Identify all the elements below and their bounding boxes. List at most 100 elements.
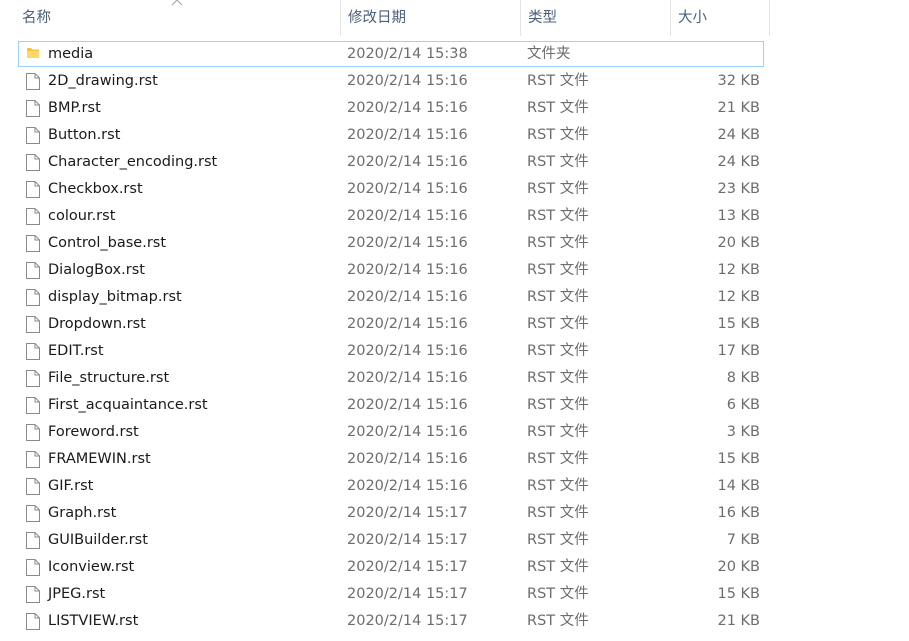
file-row[interactable]: Graph.rst 2020/2/14 15:17 RST 文件 16 KB bbox=[0, 500, 909, 527]
file-row[interactable]: GIF.rst 2020/2/14 15:16 RST 文件 14 KB bbox=[0, 473, 909, 500]
file-date: 2020/2/14 15:16 bbox=[347, 100, 468, 116]
file-date: 2020/2/14 15:16 bbox=[347, 289, 468, 305]
file-row[interactable]: Dropdown.rst 2020/2/14 15:16 RST 文件 15 KB bbox=[0, 311, 909, 338]
file-type: RST 文件 bbox=[527, 127, 589, 143]
file-row[interactable]: EDIT.rst 2020/2/14 15:16 RST 文件 17 KB bbox=[0, 338, 909, 365]
file-date: 2020/2/14 15:17 bbox=[347, 505, 468, 521]
file-row[interactable]: BMP.rst 2020/2/14 15:16 RST 文件 21 KB bbox=[0, 95, 909, 122]
file-size: 32 KB bbox=[717, 73, 760, 89]
column-divider[interactable] bbox=[769, 0, 770, 36]
file-row[interactable]: Foreword.rst 2020/2/14 15:16 RST 文件 3 KB bbox=[0, 419, 909, 446]
file-type: RST 文件 bbox=[527, 424, 589, 440]
file-type: RST 文件 bbox=[527, 370, 589, 386]
sort-ascending-icon bbox=[171, 0, 183, 6]
file-icon bbox=[24, 176, 42, 203]
column-header-date[interactable]: 修改日期 bbox=[340, 0, 520, 36]
file-name: 2D_drawing.rst bbox=[48, 73, 158, 89]
folder-row[interactable]: media 2020/2/14 15:38 文件夹 bbox=[0, 41, 909, 68]
file-icon bbox=[24, 581, 42, 608]
file-icon bbox=[24, 230, 42, 257]
file-name: GIF.rst bbox=[48, 478, 94, 494]
file-type: RST 文件 bbox=[527, 235, 589, 251]
file-name: LISTVIEW.rst bbox=[48, 613, 139, 629]
file-icon bbox=[24, 554, 42, 581]
file-row[interactable]: display_bitmap.rst 2020/2/14 15:16 RST 文件 1… bbox=[0, 284, 909, 311]
file-icon bbox=[24, 284, 42, 311]
file-size: 13 KB bbox=[717, 208, 760, 224]
file-icon bbox=[24, 473, 42, 500]
file-date: 2020/2/14 15:17 bbox=[347, 586, 468, 602]
file-date: 2020/2/14 15:16 bbox=[347, 127, 468, 143]
file-type: RST 文件 bbox=[527, 289, 589, 305]
file-row[interactable]: DialogBox.rst 2020/2/14 15:16 RST 文件 12 KB bbox=[0, 257, 909, 284]
file-date: 2020/2/14 15:16 bbox=[347, 424, 468, 440]
file-row[interactable]: 2D_drawing.rst 2020/2/14 15:16 RST 文件 32 KB bbox=[0, 68, 909, 95]
file-row[interactable]: FRAMEWIN.rst 2020/2/14 15:16 RST 文件 15 KB bbox=[0, 446, 909, 473]
file-name: Foreword.rst bbox=[48, 424, 139, 440]
file-row[interactable]: File_structure.rst 2020/2/14 15:16 RST 文件 8… bbox=[0, 365, 909, 392]
file-size: 21 KB bbox=[717, 613, 760, 629]
file-date: 2020/2/14 15:16 bbox=[347, 478, 468, 494]
file-date: 2020/2/14 15:16 bbox=[347, 208, 468, 224]
file-name: colour.rst bbox=[48, 208, 116, 224]
column-header-size[interactable]: 大小 bbox=[670, 0, 770, 36]
file-row[interactable]: colour.rst 2020/2/14 15:16 RST 文件 13 KB bbox=[0, 203, 909, 230]
file-row[interactable]: Iconview.rst 2020/2/14 15:17 RST 文件 20 KB bbox=[0, 554, 909, 581]
file-name: JPEG.rst bbox=[48, 586, 106, 602]
file-size: 24 KB bbox=[717, 127, 760, 143]
file-size: 20 KB bbox=[717, 559, 760, 575]
file-name: display_bitmap.rst bbox=[48, 289, 182, 305]
file-size: 15 KB bbox=[717, 586, 760, 602]
file-type: RST 文件 bbox=[527, 451, 589, 467]
file-type: RST 文件 bbox=[527, 262, 589, 278]
file-type: RST 文件 bbox=[527, 208, 589, 224]
file-type: RST 文件 bbox=[527, 559, 589, 575]
file-date: 2020/2/14 15:16 bbox=[347, 181, 468, 197]
folder-icon bbox=[24, 41, 42, 68]
file-date: 2020/2/14 15:16 bbox=[347, 370, 468, 386]
file-name: media bbox=[48, 46, 94, 62]
file-row[interactable]: Control_base.rst 2020/2/14 15:16 RST 文件 20 … bbox=[0, 230, 909, 257]
file-date: 2020/2/14 15:17 bbox=[347, 559, 468, 575]
file-name: First_acquaintance.rst bbox=[48, 397, 208, 413]
file-row[interactable]: LISTVIEW.rst 2020/2/14 15:17 RST 文件 21 KB bbox=[0, 608, 909, 635]
file-size: 6 KB bbox=[726, 397, 760, 413]
file-date: 2020/2/14 15:16 bbox=[347, 73, 468, 89]
file-size: 20 KB bbox=[717, 235, 760, 251]
file-row[interactable]: JPEG.rst 2020/2/14 15:17 RST 文件 15 KB bbox=[0, 581, 909, 608]
file-name: Graph.rst bbox=[48, 505, 117, 521]
file-date: 2020/2/14 15:17 bbox=[347, 532, 468, 548]
file-size: 24 KB bbox=[717, 154, 760, 170]
file-size: 17 KB bbox=[717, 343, 760, 359]
file-type: RST 文件 bbox=[527, 100, 589, 116]
file-name: Button.rst bbox=[48, 127, 121, 143]
file-icon bbox=[24, 419, 42, 446]
column-header-bar: 名称 修改日期 类型 大小 bbox=[0, 0, 770, 36]
column-header-type[interactable]: 类型 bbox=[520, 0, 670, 36]
file-type: RST 文件 bbox=[527, 586, 589, 602]
file-size: 3 KB bbox=[726, 424, 760, 440]
file-icon bbox=[24, 365, 42, 392]
file-row[interactable]: Button.rst 2020/2/14 15:16 RST 文件 24 KB bbox=[0, 122, 909, 149]
file-type: RST 文件 bbox=[527, 532, 589, 548]
file-type: 文件夹 bbox=[527, 46, 571, 62]
file-type: RST 文件 bbox=[527, 505, 589, 521]
file-name: Dropdown.rst bbox=[48, 316, 146, 332]
file-name: FRAMEWIN.rst bbox=[48, 451, 151, 467]
file-icon bbox=[24, 95, 42, 122]
file-date: 2020/2/14 15:17 bbox=[347, 613, 468, 629]
file-name: BMP.rst bbox=[48, 100, 101, 116]
file-icon bbox=[24, 608, 42, 635]
file-row[interactable]: First_acquaintance.rst 2020/2/14 15:16 RST… bbox=[0, 392, 909, 419]
file-row[interactable]: Checkbox.rst 2020/2/14 15:16 RST 文件 23 KB bbox=[0, 176, 909, 203]
file-type: RST 文件 bbox=[527, 154, 589, 170]
file-size: 15 KB bbox=[717, 316, 760, 332]
file-date: 2020/2/14 15:16 bbox=[347, 262, 468, 278]
file-row[interactable]: Character_encoding.rst 2020/2/14 15:16 RST… bbox=[0, 149, 909, 176]
file-row[interactable]: GUIBuilder.rst 2020/2/14 15:17 RST 文件 7 KB bbox=[0, 527, 909, 554]
file-type: RST 文件 bbox=[527, 73, 589, 89]
file-name: Character_encoding.rst bbox=[48, 154, 218, 170]
file-type: RST 文件 bbox=[527, 478, 589, 494]
file-size: 12 KB bbox=[717, 289, 760, 305]
file-type: RST 文件 bbox=[527, 343, 589, 359]
